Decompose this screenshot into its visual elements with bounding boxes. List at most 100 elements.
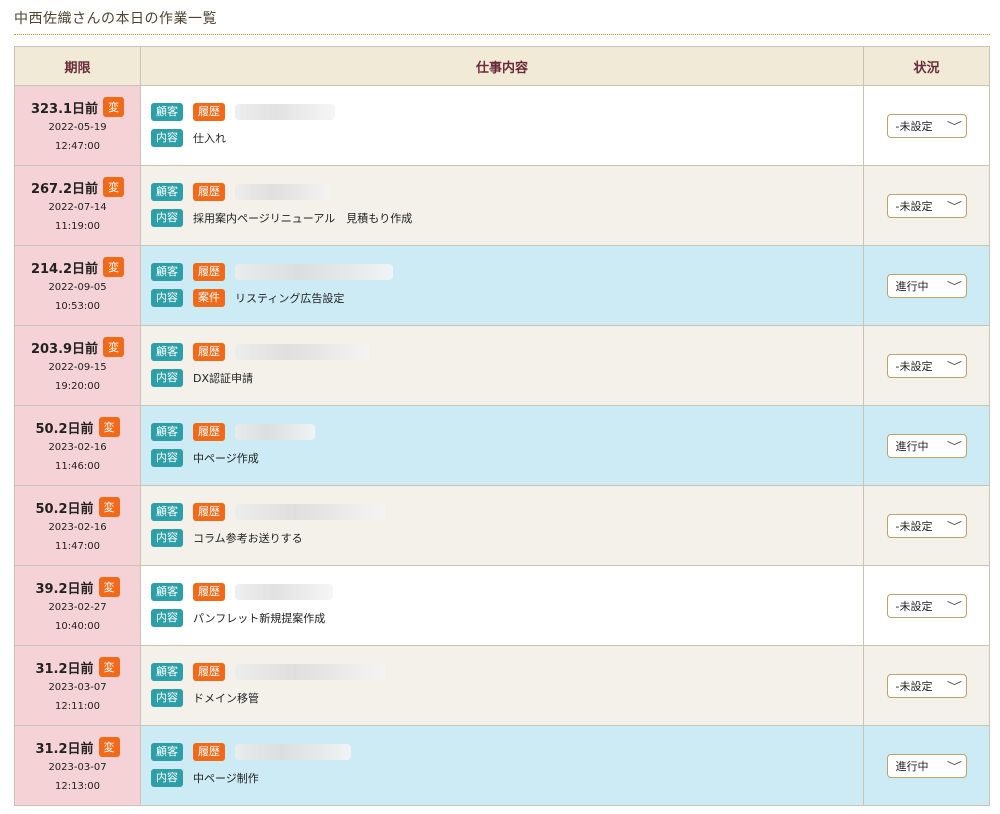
due-time: 19:20:00 (55, 381, 100, 392)
table-row: 31.2日前 変 2023-03-07 12:13:00 顧客 履歴 内容 中ペ… (14, 725, 990, 806)
due-date: 2022-09-05 (48, 282, 107, 293)
customer-name-redacted[interactable] (235, 584, 333, 600)
customer-name-redacted[interactable] (235, 184, 331, 200)
due-days: 39.2日前 (35, 581, 94, 597)
due-cell: 39.2日前 変 2023-02-27 10:40:00 (14, 565, 141, 646)
customer-name-redacted[interactable] (235, 264, 393, 280)
status-value: -未設定 (895, 119, 933, 133)
due-days: 214.2日前 (30, 261, 99, 277)
status-select[interactable]: 進行中 ﹀ (886, 273, 967, 298)
history-button[interactable]: 履歴 (193, 743, 225, 761)
content-badge: 内容 (151, 369, 183, 387)
customer-name-redacted[interactable] (235, 744, 351, 760)
table-row: 203.9日前 変 2022-09-15 19:20:00 顧客 履歴 内容 D… (14, 325, 990, 406)
due-time: 12:47:00 (55, 141, 100, 152)
due-days: 50.2日前 (35, 501, 94, 517)
due-cell: 267.2日前 変 2022-07-14 11:19:00 (14, 165, 141, 246)
task-name: ドメイン移管 (193, 692, 259, 705)
history-button[interactable]: 履歴 (193, 103, 225, 121)
content-badge: 内容 (151, 769, 183, 787)
status-select[interactable]: -未設定 ﹀ (886, 513, 967, 538)
due-days: 31.2日前 (35, 741, 94, 757)
due-days: 323.1日前 (30, 101, 99, 117)
customer-name-redacted[interactable] (235, 504, 385, 520)
history-button[interactable]: 履歴 (193, 183, 225, 201)
change-due-button[interactable]: 変 (98, 657, 120, 677)
status-cell: -未設定 ﹀ (863, 485, 990, 566)
status-cell: -未設定 ﹀ (863, 565, 990, 646)
table-row: 31.2日前 変 2023-03-07 12:11:00 顧客 履歴 内容 ドメ… (14, 645, 990, 726)
due-cell: 203.9日前 変 2022-09-15 19:20:00 (14, 325, 141, 406)
due-date: 2023-02-16 (48, 522, 107, 533)
task-table: 期限 仕事内容 状況 323.1日前 変 2022-05-19 12:47:00… (14, 46, 990, 806)
content-cell: 顧客 履歴 内容 仕入れ (140, 85, 864, 166)
customer-name-redacted[interactable] (235, 424, 315, 440)
due-days: 203.9日前 (30, 341, 99, 357)
due-date: 2022-05-19 (48, 122, 107, 133)
customer-badge: 顧客 (151, 423, 183, 441)
change-due-button[interactable]: 変 (103, 177, 125, 197)
column-header-status[interactable]: 状況 (863, 46, 990, 86)
customer-name-redacted[interactable] (235, 104, 335, 120)
column-header-content[interactable]: 仕事内容 (140, 46, 864, 86)
change-due-button[interactable]: 変 (103, 337, 125, 357)
chevron-down-icon: ﹀ (946, 119, 962, 133)
status-select[interactable]: -未設定 ﹀ (886, 593, 967, 618)
due-date: 2022-09-15 (48, 362, 107, 373)
due-cell: 214.2日前 変 2022-09-05 10:53:00 (14, 245, 141, 326)
customer-badge: 顧客 (151, 103, 183, 121)
customer-name-redacted[interactable] (235, 664, 385, 680)
chevron-down-icon: ﹀ (946, 759, 962, 773)
customer-badge: 顧客 (151, 503, 183, 521)
change-due-button[interactable]: 変 (103, 97, 125, 117)
status-select[interactable]: 進行中 ﹀ (886, 433, 967, 458)
task-name: DX認証申請 (193, 372, 254, 385)
history-button[interactable]: 履歴 (193, 503, 225, 521)
status-select[interactable]: -未設定 ﹀ (886, 673, 967, 698)
change-due-button[interactable]: 変 (98, 577, 120, 597)
content-cell: 顧客 履歴 内容 中ページ制作 (140, 725, 864, 806)
status-select[interactable]: -未設定 ﹀ (886, 353, 967, 378)
chevron-down-icon: ﹀ (946, 519, 962, 533)
change-due-button[interactable]: 変 (98, 417, 120, 437)
column-header-due[interactable]: 期限 (14, 46, 141, 86)
status-value: -未設定 (895, 519, 933, 533)
status-value: 進行中 (895, 439, 929, 453)
history-button[interactable]: 履歴 (193, 663, 225, 681)
customer-name-redacted[interactable] (235, 344, 369, 360)
task-rows: 323.1日前 変 2022-05-19 12:47:00 顧客 履歴 内容 仕… (14, 85, 990, 806)
due-time: 10:53:00 (55, 301, 100, 312)
history-button[interactable]: 履歴 (193, 263, 225, 281)
status-select[interactable]: -未設定 ﹀ (886, 193, 967, 218)
content-cell: 顧客 履歴 内容 DX認証申請 (140, 325, 864, 406)
task-name: 仕入れ (193, 132, 226, 145)
change-due-button[interactable]: 変 (98, 737, 120, 757)
due-days: 31.2日前 (35, 661, 94, 677)
due-cell: 323.1日前 変 2022-05-19 12:47:00 (14, 85, 141, 166)
change-due-button[interactable]: 変 (98, 497, 120, 517)
customer-badge: 顧客 (151, 343, 183, 361)
change-due-button[interactable]: 変 (103, 257, 125, 277)
status-select[interactable]: 進行中 ﹀ (886, 753, 967, 778)
status-value: 進行中 (895, 279, 929, 293)
content-badge: 内容 (151, 209, 183, 227)
status-select[interactable]: -未設定 ﹀ (886, 113, 967, 138)
chevron-down-icon: ﹀ (946, 359, 962, 373)
project-button[interactable]: 案件 (193, 289, 225, 307)
chevron-down-icon: ﹀ (946, 279, 962, 293)
chevron-down-icon: ﹀ (946, 599, 962, 613)
customer-badge: 顧客 (151, 183, 183, 201)
title-divider (14, 34, 990, 35)
page-title: 中西佐織さんの本日の作業一覧 (14, 11, 217, 27)
due-cell: 31.2日前 変 2023-03-07 12:13:00 (14, 725, 141, 806)
history-button[interactable]: 履歴 (193, 343, 225, 361)
status-cell: -未設定 ﹀ (863, 85, 990, 166)
customer-badge: 顧客 (151, 263, 183, 281)
content-cell: 顧客 履歴 内容 ドメイン移管 (140, 645, 864, 726)
due-time: 11:47:00 (55, 541, 100, 552)
due-date: 2023-03-07 (48, 762, 107, 773)
history-button[interactable]: 履歴 (193, 423, 225, 441)
due-cell: 31.2日前 変 2023-03-07 12:11:00 (14, 645, 141, 726)
customer-badge: 顧客 (151, 663, 183, 681)
history-button[interactable]: 履歴 (193, 583, 225, 601)
